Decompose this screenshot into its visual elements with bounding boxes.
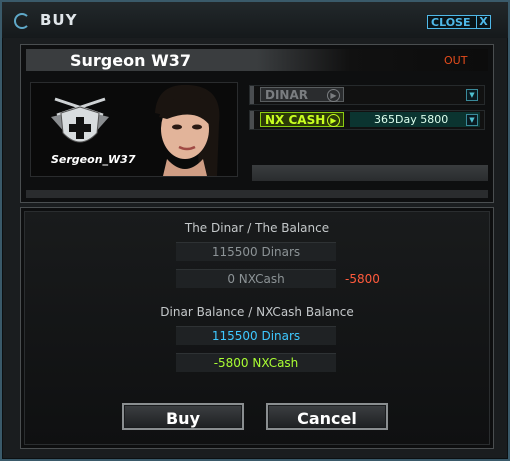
item-name: Surgeon W37: [70, 51, 191, 70]
buy-button[interactable]: Buy: [122, 403, 244, 430]
username-label: Sergeon_W37: [51, 153, 136, 166]
status-label: OUT: [444, 54, 468, 67]
nxcash-row: NX CASH ▶ 365Day 5800 ▼: [249, 110, 485, 130]
character-portrait: Sergeon_W37: [30, 82, 238, 177]
dinar-total-field: 115500 Dinars: [176, 242, 336, 261]
refresh-icon: [14, 13, 30, 29]
dinar-label: DINAR: [265, 88, 308, 102]
nxcash-cost: -5800: [345, 272, 380, 286]
balance-heading: The Dinar / The Balance: [184, 221, 330, 235]
arrow-right-icon: ▶: [327, 89, 340, 102]
dialog-title: BUY: [40, 11, 78, 29]
row-marker: [250, 86, 254, 104]
title-bar[interactable]: BUY CLOSE X: [2, 2, 508, 38]
medic-emblem-icon: [51, 97, 109, 143]
nxcash-total-field: 0 NXCash: [176, 269, 336, 288]
nxcash-price-select[interactable]: 365Day 5800 ▼: [350, 112, 480, 127]
dinar-row: DINAR ▶ ▼: [249, 85, 485, 105]
panel-footer: [26, 190, 488, 198]
dinar-balance-field: 115500 Dinars: [176, 326, 336, 345]
character-face-icon: [155, 84, 220, 176]
buy-dialog: BUY CLOSE X Surgeon W37 OUT Sergeon_W37: [0, 0, 510, 461]
remaining-balance-heading: Dinar Balance / NXCash Balance: [160, 305, 354, 319]
close-icon: X: [476, 16, 490, 28]
arrow-right-icon: ▶: [327, 114, 340, 127]
close-button[interactable]: CLOSE X: [427, 15, 491, 29]
summary-panel: The Dinar / The Balance 115500 Dinars 0 …: [20, 207, 494, 449]
nxcash-label: NX CASH: [265, 113, 326, 127]
chevron-down-icon[interactable]: ▼: [466, 89, 478, 101]
panel-divider: [252, 165, 488, 181]
close-label: CLOSE: [431, 16, 471, 29]
item-panel: Surgeon W37 OUT Sergeon_W37 DINAR ▶ ▼ NX…: [20, 44, 494, 203]
nxcash-price-value: 365Day 5800: [374, 113, 449, 126]
dinar-price-select[interactable]: ▼: [350, 87, 480, 102]
cancel-button[interactable]: Cancel: [266, 403, 388, 430]
nxcash-balance-field: -5800 NXCash: [176, 353, 336, 372]
row-marker: [250, 111, 254, 129]
nxcash-currency-button[interactable]: NX CASH ▶: [260, 112, 344, 127]
item-name-bar: Surgeon W37 OUT: [26, 49, 488, 71]
chevron-down-icon[interactable]: ▼: [466, 114, 478, 126]
dinar-currency-button[interactable]: DINAR ▶: [260, 87, 344, 102]
